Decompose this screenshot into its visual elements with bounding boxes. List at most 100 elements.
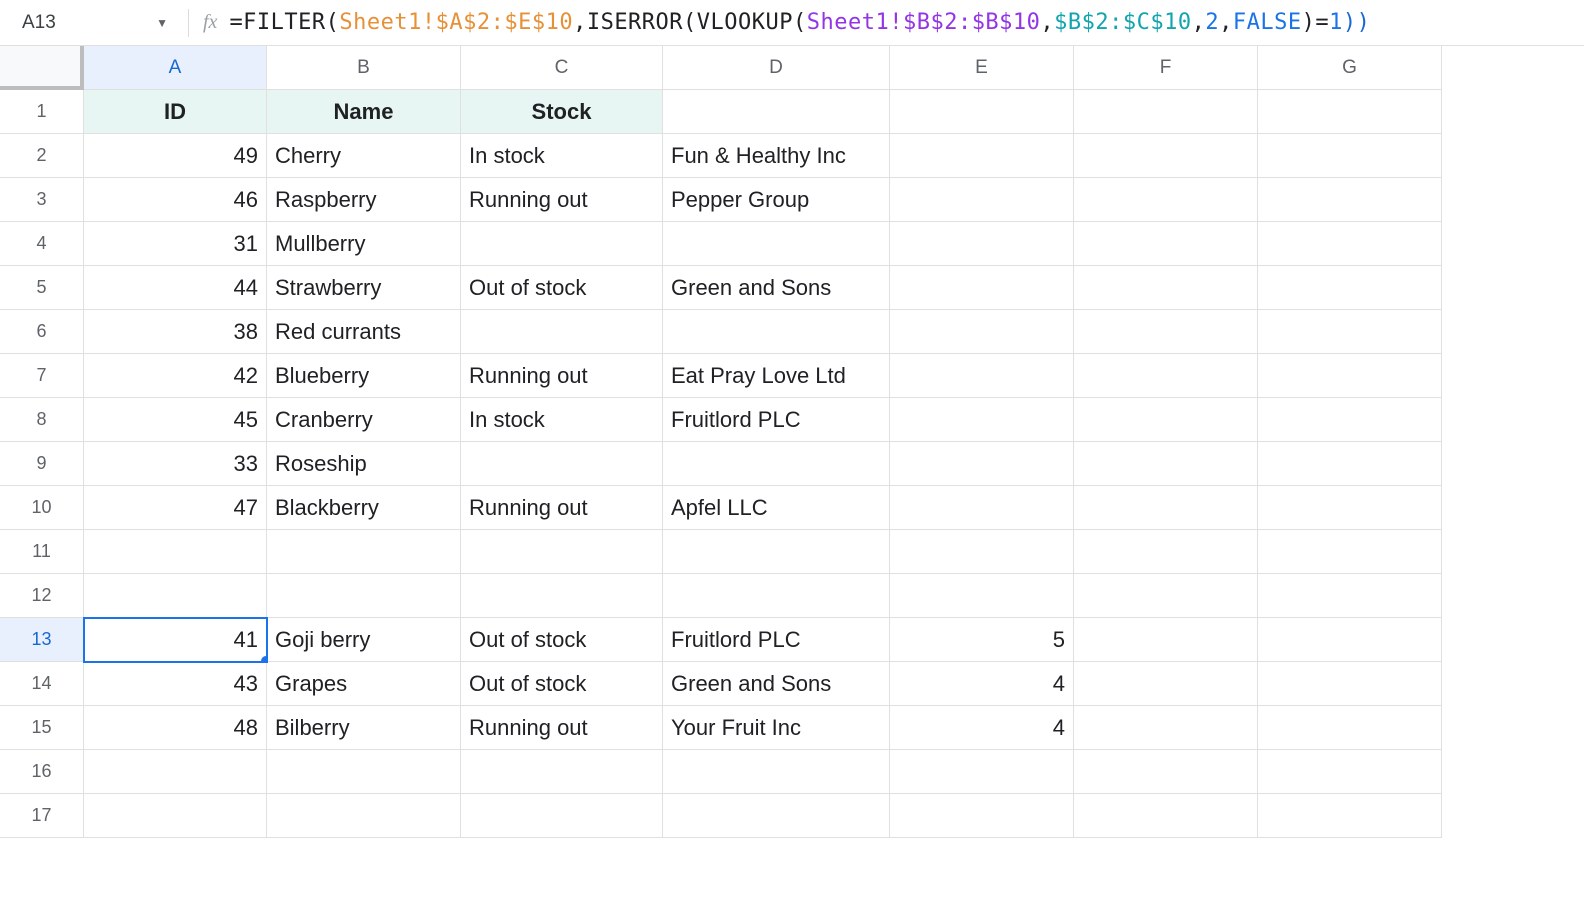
cell-B11[interactable] (267, 530, 461, 574)
cell-B3[interactable]: Raspberry (267, 178, 461, 222)
cell-A1[interactable]: ID (84, 90, 267, 134)
cell-A9[interactable]: 33 (84, 442, 267, 486)
cell-C11[interactable] (461, 530, 663, 574)
cell-C13[interactable]: Out of stock (461, 618, 663, 662)
cell-C9[interactable] (461, 442, 663, 486)
cell-C8[interactable]: In stock (461, 398, 663, 442)
cell-A3[interactable]: 46 (84, 178, 267, 222)
select-all-corner[interactable] (0, 46, 84, 90)
column-header-A[interactable]: A (84, 46, 267, 90)
cell-G6[interactable] (1258, 310, 1442, 354)
cell-D14[interactable]: Green and Sons (663, 662, 890, 706)
cell-C6[interactable] (461, 310, 663, 354)
cell-F9[interactable] (1074, 442, 1258, 486)
cell-D9[interactable] (663, 442, 890, 486)
cell-F5[interactable] (1074, 266, 1258, 310)
cell-C17[interactable] (461, 794, 663, 838)
cell-C14[interactable]: Out of stock (461, 662, 663, 706)
cell-B6[interactable]: Red currants (267, 310, 461, 354)
column-header-B[interactable]: B (267, 46, 461, 90)
cell-E1[interactable] (890, 90, 1074, 134)
cell-B8[interactable]: Cranberry (267, 398, 461, 442)
column-header-F[interactable]: F (1074, 46, 1258, 90)
row-header-4[interactable]: 4 (0, 222, 84, 266)
cell-A11[interactable] (84, 530, 267, 574)
row-header-15[interactable]: 15 (0, 706, 84, 750)
cell-G14[interactable] (1258, 662, 1442, 706)
cell-B15[interactable]: Bilberry (267, 706, 461, 750)
cell-D17[interactable] (663, 794, 890, 838)
cell-B13[interactable]: Goji berry (267, 618, 461, 662)
column-header-E[interactable]: E (890, 46, 1074, 90)
row-header-1[interactable]: 1 (0, 90, 84, 134)
cell-C7[interactable]: Running out (461, 354, 663, 398)
row-header-16[interactable]: 16 (0, 750, 84, 794)
cell-F2[interactable] (1074, 134, 1258, 178)
cell-E10[interactable] (890, 486, 1074, 530)
cell-E3[interactable] (890, 178, 1074, 222)
cell-A5[interactable]: 44 (84, 266, 267, 310)
cell-D11[interactable] (663, 530, 890, 574)
cell-E11[interactable] (890, 530, 1074, 574)
cell-G9[interactable] (1258, 442, 1442, 486)
cell-F4[interactable] (1074, 222, 1258, 266)
cell-B1[interactable]: Name (267, 90, 461, 134)
row-header-9[interactable]: 9 (0, 442, 84, 486)
cell-B16[interactable] (267, 750, 461, 794)
cell-G1[interactable] (1258, 90, 1442, 134)
cell-F17[interactable] (1074, 794, 1258, 838)
cell-E8[interactable] (890, 398, 1074, 442)
cell-E4[interactable] (890, 222, 1074, 266)
cell-D16[interactable] (663, 750, 890, 794)
cell-C15[interactable]: Running out (461, 706, 663, 750)
row-header-6[interactable]: 6 (0, 310, 84, 354)
cell-A12[interactable] (84, 574, 267, 618)
name-box[interactable]: A13 ▼ (8, 0, 178, 45)
cell-C3[interactable]: Running out (461, 178, 663, 222)
row-header-10[interactable]: 10 (0, 486, 84, 530)
cell-E12[interactable] (890, 574, 1074, 618)
column-header-C[interactable]: C (461, 46, 663, 90)
cell-G11[interactable] (1258, 530, 1442, 574)
row-header-11[interactable]: 11 (0, 530, 84, 574)
cell-E17[interactable] (890, 794, 1074, 838)
row-header-2[interactable]: 2 (0, 134, 84, 178)
cell-A2[interactable]: 49 (84, 134, 267, 178)
cell-G4[interactable] (1258, 222, 1442, 266)
cell-B12[interactable] (267, 574, 461, 618)
cell-A8[interactable]: 45 (84, 398, 267, 442)
row-header-3[interactable]: 3 (0, 178, 84, 222)
cell-C4[interactable] (461, 222, 663, 266)
cell-G3[interactable] (1258, 178, 1442, 222)
cell-D8[interactable]: Fruitlord PLC (663, 398, 890, 442)
cell-D4[interactable] (663, 222, 890, 266)
cell-F10[interactable] (1074, 486, 1258, 530)
cell-G15[interactable] (1258, 706, 1442, 750)
cell-E6[interactable] (890, 310, 1074, 354)
cell-F14[interactable] (1074, 662, 1258, 706)
cell-F11[interactable] (1074, 530, 1258, 574)
cell-D7[interactable]: Eat Pray Love Ltd (663, 354, 890, 398)
cell-A16[interactable] (84, 750, 267, 794)
row-header-17[interactable]: 17 (0, 794, 84, 838)
cell-G2[interactable] (1258, 134, 1442, 178)
cell-B17[interactable] (267, 794, 461, 838)
cell-E9[interactable] (890, 442, 1074, 486)
cell-G8[interactable] (1258, 398, 1442, 442)
cell-D5[interactable]: Green and Sons (663, 266, 890, 310)
cell-F16[interactable] (1074, 750, 1258, 794)
cell-D10[interactable]: Apfel LLC (663, 486, 890, 530)
cell-B10[interactable]: Blackberry (267, 486, 461, 530)
cell-E16[interactable] (890, 750, 1074, 794)
cell-F13[interactable] (1074, 618, 1258, 662)
column-header-D[interactable]: D (663, 46, 890, 90)
cell-C5[interactable]: Out of stock (461, 266, 663, 310)
row-header-8[interactable]: 8 (0, 398, 84, 442)
cell-C12[interactable] (461, 574, 663, 618)
cell-D1[interactable] (663, 90, 890, 134)
row-header-14[interactable]: 14 (0, 662, 84, 706)
cell-A10[interactable]: 47 (84, 486, 267, 530)
cell-G16[interactable] (1258, 750, 1442, 794)
cell-A17[interactable] (84, 794, 267, 838)
cell-D13[interactable]: Fruitlord PLC (663, 618, 890, 662)
